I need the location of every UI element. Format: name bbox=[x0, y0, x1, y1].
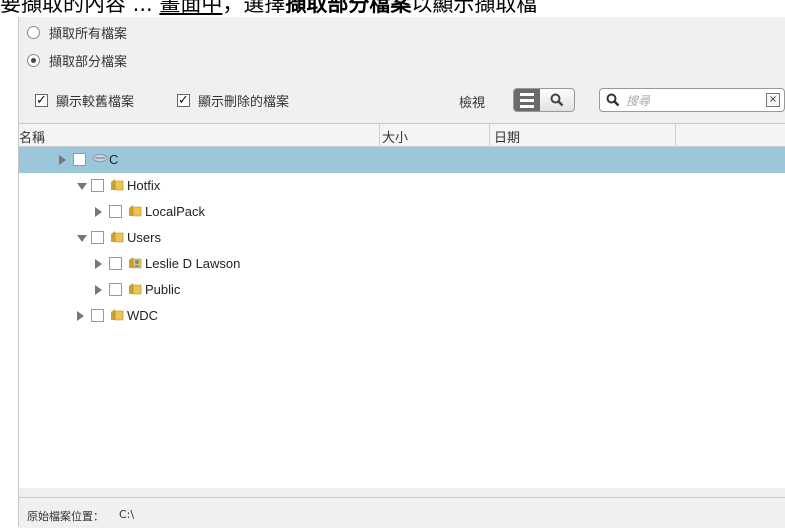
radio-some-label: 擷取部分檔案 bbox=[49, 54, 128, 70]
file-tree: 名稱 大小 日期 C Hotfix LocalPack Users Leslie D L… bbox=[19, 123, 785, 488]
checkmark-icon[interactable]: ✓ bbox=[35, 93, 48, 107]
tree-item-checkbox[interactable] bbox=[91, 231, 104, 244]
radio-all-files[interactable]: 擷取所有檔案 bbox=[27, 23, 128, 42]
tree-row[interactable]: WDC bbox=[19, 303, 785, 329]
instruction-caption: 要擷取的內容 ... 畫面中，選擇擷取部分檔案以顯示擷取檔 bbox=[0, 0, 785, 17]
tree-row[interactable]: Public bbox=[19, 277, 785, 303]
tree-item-checkbox[interactable] bbox=[109, 205, 122, 218]
caption-text-1: 要擷取的內容 ... bbox=[0, 0, 160, 16]
status-label: 原始檔案位置： bbox=[27, 510, 104, 523]
tree-item-label: Leslie D Lawson bbox=[145, 256, 241, 271]
radio-some-files[interactable]: 擷取部分檔案 bbox=[27, 51, 128, 70]
tree-row[interactable]: Hotfix bbox=[19, 173, 785, 199]
folder-icon bbox=[110, 230, 124, 247]
tree-header: 名稱 大小 日期 bbox=[19, 124, 785, 147]
tree-row[interactable]: LocalPack bbox=[19, 199, 785, 225]
list-view-button[interactable] bbox=[514, 89, 540, 111]
radio-all-label: 擷取所有檔案 bbox=[49, 26, 128, 42]
folder-icon bbox=[128, 204, 142, 221]
caption-text-5: 以顯示擷取檔 bbox=[411, 0, 538, 16]
caption-text-2: 畫面中 bbox=[159, 0, 223, 16]
magnifier-icon bbox=[550, 93, 564, 107]
show-deleted-label: 顯示刪除的檔案 bbox=[198, 94, 290, 110]
expand-arrow-icon[interactable] bbox=[77, 311, 84, 321]
radio-button-some[interactable] bbox=[27, 53, 40, 67]
caption-text-3: ，選擇 bbox=[222, 0, 286, 16]
view-label: 檢視 bbox=[459, 96, 486, 111]
tree-item-label: C bbox=[109, 152, 119, 167]
tree-item-label: Public bbox=[145, 282, 181, 297]
show-old-files-checkbox[interactable]: ✓ 顯示較舊檔案 bbox=[35, 91, 135, 110]
expand-arrow-icon[interactable] bbox=[59, 155, 66, 165]
radio-button-all[interactable] bbox=[27, 25, 40, 39]
search-icon bbox=[606, 93, 620, 107]
tree-row[interactable]: C bbox=[19, 147, 785, 173]
tree-item-checkbox[interactable] bbox=[91, 179, 104, 192]
user-folder-icon bbox=[128, 256, 142, 273]
tree-item-checkbox[interactable] bbox=[109, 283, 122, 296]
clear-search-icon[interactable]: × bbox=[766, 93, 780, 107]
drive-icon bbox=[92, 152, 108, 167]
column-size[interactable]: 大小 bbox=[382, 127, 408, 146]
restore-panel: 擷取所有檔案 擷取部分檔案 ✓ 顯示較舊檔案 ✓ 顯示刪除的檔案 檢視 搜尋 ×… bbox=[18, 17, 785, 528]
tree-item-label: Hotfix bbox=[127, 178, 161, 193]
show-old-label: 顯示較舊檔案 bbox=[56, 94, 135, 110]
tree-item-checkbox[interactable] bbox=[73, 153, 86, 166]
search-box: × bbox=[599, 88, 785, 112]
collapse-arrow-icon[interactable] bbox=[77, 183, 87, 190]
tree-item-label: LocalPack bbox=[145, 204, 205, 219]
tree-item-checkbox[interactable] bbox=[109, 257, 122, 270]
status-bar: 原始檔案位置： C:\ bbox=[19, 497, 785, 528]
tree-item-label: WDC bbox=[127, 308, 159, 323]
expand-arrow-icon[interactable] bbox=[95, 259, 102, 269]
expand-arrow-icon[interactable] bbox=[95, 207, 102, 217]
collapse-arrow-icon[interactable] bbox=[77, 235, 87, 242]
column-date[interactable]: 日期 bbox=[494, 127, 520, 146]
expand-arrow-icon[interactable] bbox=[95, 285, 102, 295]
folder-icon bbox=[110, 178, 124, 195]
caption-text-4: 擷取部分檔案 bbox=[285, 0, 412, 16]
tree-row[interactable]: Leslie D Lawson bbox=[19, 251, 785, 277]
tree-item-label: Users bbox=[127, 230, 161, 245]
show-deleted-files-checkbox[interactable]: ✓ 顯示刪除的檔案 bbox=[177, 91, 290, 110]
status-value: C:\ bbox=[119, 508, 135, 521]
search-input[interactable] bbox=[624, 92, 748, 110]
checkmark-icon[interactable]: ✓ bbox=[177, 93, 190, 107]
tree-item-checkbox[interactable] bbox=[91, 309, 104, 322]
file-toolbar: ✓ 顯示較舊檔案 ✓ 顯示刪除的檔案 檢視 × bbox=[25, 87, 785, 113]
view-toggle bbox=[513, 88, 575, 112]
folder-icon bbox=[128, 282, 142, 299]
folder-icon bbox=[110, 308, 124, 325]
tree-row[interactable]: Users bbox=[19, 225, 785, 251]
column-name[interactable]: 名稱 bbox=[19, 127, 45, 146]
search-view-button[interactable] bbox=[540, 89, 574, 111]
